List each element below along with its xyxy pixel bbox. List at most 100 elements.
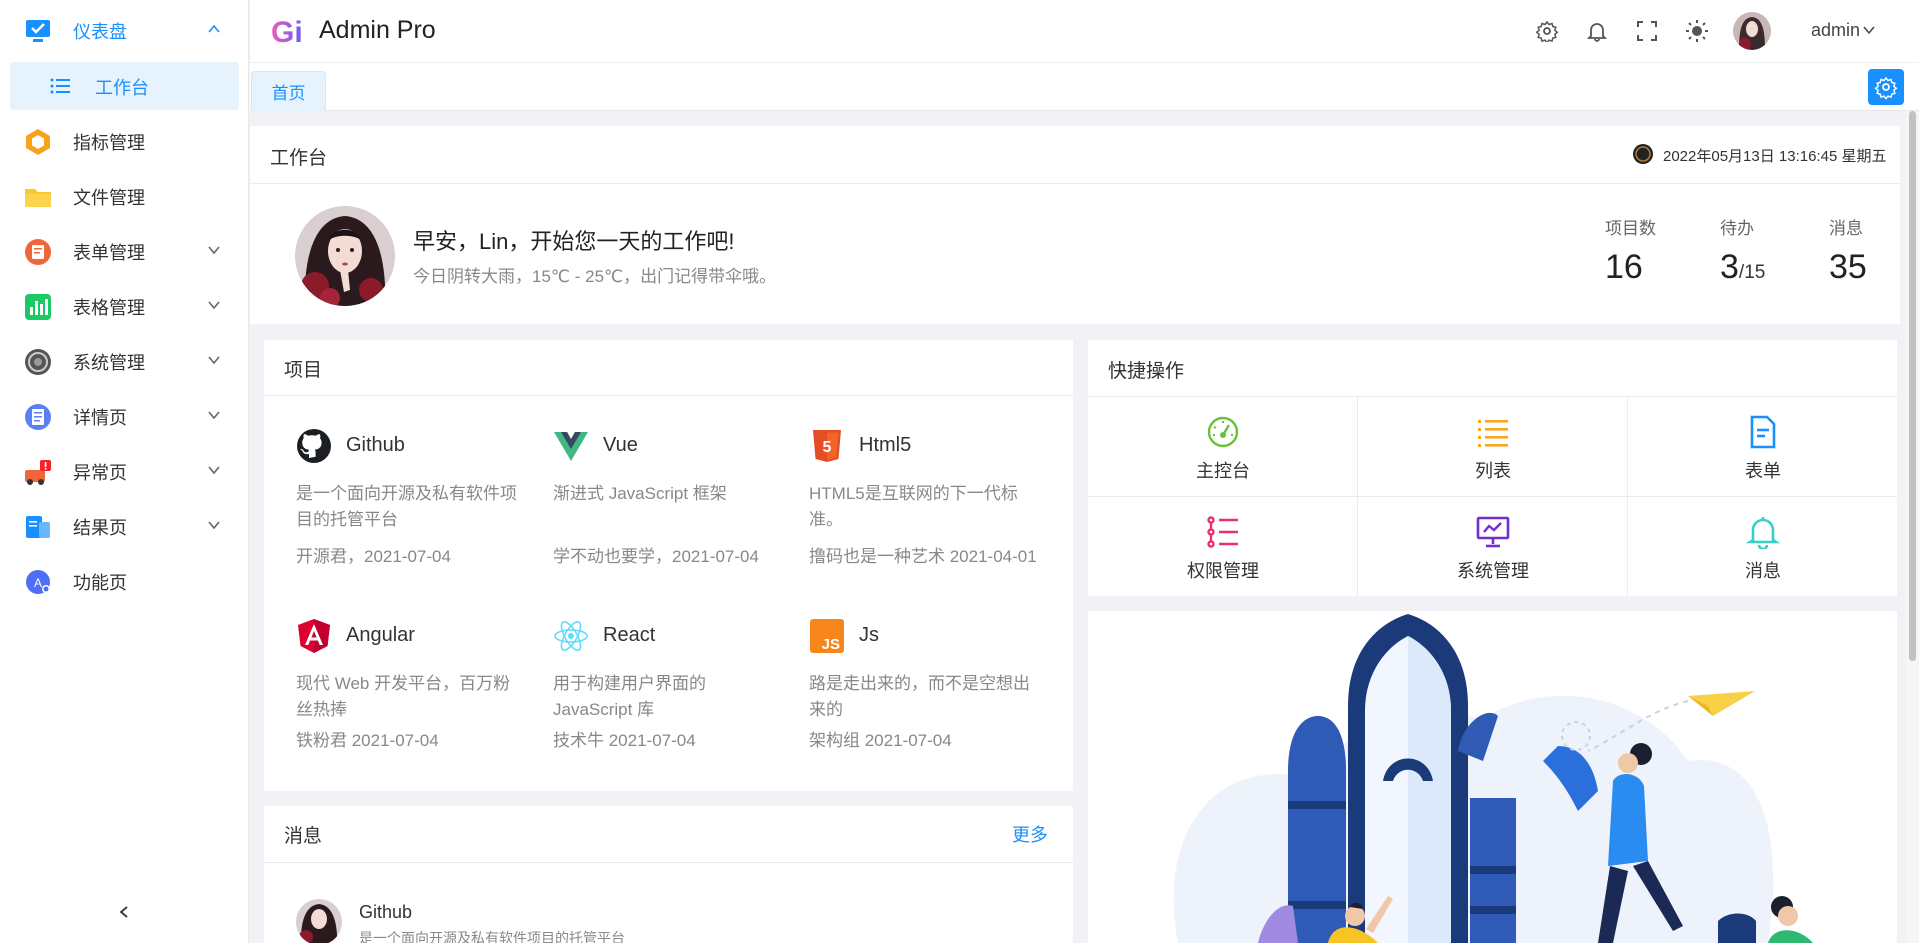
chevron-down-icon xyxy=(208,246,220,255)
project-name: Html5 xyxy=(859,434,912,456)
github-icon xyxy=(297,429,331,463)
stat-value: 16 xyxy=(1605,248,1643,286)
avatar xyxy=(295,206,395,306)
sidebar-subitem-workbench[interactable]: 工作台 xyxy=(10,62,239,110)
divider xyxy=(264,862,1073,863)
weather-text: 今日阴转大雨，15℃ - 25℃，出门记得带伞哦。 xyxy=(413,267,777,286)
tabs-settings-button[interactable] xyxy=(1868,69,1904,105)
sidebar-item-tables[interactable]: 表格管理 xyxy=(0,279,249,334)
document-icon xyxy=(1750,415,1776,449)
sidebar-item-result[interactable]: 结果页 xyxy=(0,499,249,554)
function-icon: A xyxy=(26,570,50,594)
clock-icon xyxy=(1633,144,1653,164)
project-foot: 开源君，2021-07-04 xyxy=(296,547,451,566)
sidebar-item-function[interactable]: A 功能页 xyxy=(0,554,249,609)
sidebar-item-label: 功能页 xyxy=(73,572,127,593)
quick-action-system[interactable]: 系统管理 xyxy=(1358,497,1628,597)
bell-icon[interactable] xyxy=(1586,20,1608,42)
app-title: Admin Pro xyxy=(319,16,436,44)
svg-text:Gi: Gi xyxy=(271,16,303,48)
stat-value: 3 xyxy=(1720,248,1739,286)
sidebar-item-dashboard[interactable]: 仪表盘 xyxy=(0,3,249,58)
datetime: 2022年05月13日 13:16:45 星期五 xyxy=(1663,148,1887,165)
settings-icon[interactable] xyxy=(1536,20,1558,42)
stat-label: 项目数 xyxy=(1605,219,1656,238)
quick-action-label: 权限管理 xyxy=(1187,561,1259,581)
chevron-down-icon xyxy=(208,411,220,420)
settings-icon xyxy=(1874,76,1898,100)
welcome-section: 早安，Lin，开始您一天的工作吧! 今日阴转大雨，15℃ - 25℃，出门记得带… xyxy=(250,184,1900,324)
quick-action-form[interactable]: 表单 xyxy=(1628,397,1898,497)
stat-label: 待办 xyxy=(1720,219,1754,238)
project-desc: 路是走出来的，而不是空想出来的 xyxy=(809,674,1030,719)
project-desc: 渐进式 JavaScript 框架 xyxy=(553,484,727,503)
projects-card: 项目 Github 是一个面向开源及私有软件项目的托管平台 开源君，2021-0… xyxy=(264,340,1073,791)
fullscreen-icon[interactable] xyxy=(1636,20,1658,42)
quick-action-list[interactable]: 列表 xyxy=(1358,397,1628,497)
quick-action-messages[interactable]: 消息 xyxy=(1628,497,1898,597)
quick-action-dashboard[interactable]: 主控台 xyxy=(1088,397,1358,497)
sidebar-item-label: 表单管理 xyxy=(73,242,145,263)
project-name: Github xyxy=(346,434,405,456)
sidebar-item-system[interactable]: 系统管理 xyxy=(0,334,249,389)
sidebar-item-error[interactable]: 异常页 xyxy=(0,444,249,499)
sidebar-item-label: 文件管理 xyxy=(73,187,145,208)
rocket-illustration xyxy=(1173,614,1813,943)
hexagon-icon xyxy=(26,129,50,155)
sidebar-item-label: 表格管理 xyxy=(73,297,145,318)
avatar xyxy=(296,899,342,943)
message-desc: 是一个面向开源及私有软件项目的托管平台 xyxy=(359,930,625,943)
html5-icon: 5 xyxy=(813,430,841,462)
system-icon xyxy=(25,349,51,375)
projects-title: 项目 xyxy=(284,360,323,381)
list-icon xyxy=(50,78,70,94)
chevron-down-icon xyxy=(208,356,220,365)
project-name: Js xyxy=(859,624,879,646)
stat-messages: 35 xyxy=(1829,248,1867,287)
project-foot: 铁粉君 2021-07-04 xyxy=(296,731,439,750)
svg-text:A: A xyxy=(34,576,42,590)
sidebar-item-metrics[interactable]: 指标管理 xyxy=(0,114,249,169)
scrollbar[interactable] xyxy=(1906,111,1919,943)
greeting-text: 早安，Lin，开始您一天的工作吧! xyxy=(413,229,735,254)
sidebar-item-forms[interactable]: 表单管理 xyxy=(0,224,249,279)
tab-home[interactable]: 首页 xyxy=(251,71,326,111)
sidebar-subitem-label: 工作台 xyxy=(95,78,149,98)
username: admin xyxy=(1811,20,1861,40)
user-menu[interactable]: admin xyxy=(1811,20,1876,41)
quick-action-label: 系统管理 xyxy=(1457,561,1529,581)
message-title: Github xyxy=(359,902,413,922)
angular-icon xyxy=(298,619,330,653)
avatar[interactable] xyxy=(1733,12,1771,50)
svg-text:JS: JS xyxy=(822,636,840,653)
sidebar-item-files[interactable]: 文件管理 xyxy=(0,169,249,224)
folder-icon xyxy=(25,189,51,207)
detail-icon xyxy=(25,404,51,430)
more-link[interactable]: 更多 xyxy=(1012,821,1048,847)
stat-total: /15 xyxy=(1738,262,1766,283)
quick-action-label: 表单 xyxy=(1745,461,1781,481)
illustration-card xyxy=(1088,611,1897,943)
sidebar-item-label: 异常页 xyxy=(73,462,127,483)
quick-actions-title: 快捷操作 xyxy=(1108,361,1185,382)
chevron-down-icon xyxy=(208,521,220,530)
sidebar-item-label: 详情页 xyxy=(73,407,127,428)
project-foot: 技术牛 2021-07-04 xyxy=(553,731,696,750)
logo-icon: Gi xyxy=(271,16,303,48)
project-desc: 现代 Web 开发平台，百万粉丝热捧 xyxy=(296,674,511,719)
sidebar-item-detail[interactable]: 详情页 xyxy=(0,389,249,444)
divider xyxy=(264,395,1073,396)
project-foot: 学不动也要学，2021-07-04 xyxy=(553,547,759,566)
sidebar-item-label: 仪表盘 xyxy=(73,21,127,42)
sidebar: 仪表盘 工作台 指标管理 文件管理 表单管理 表格管理 系统管理 详情页 异常页… xyxy=(0,0,249,943)
monitor-icon xyxy=(26,20,50,42)
stat-todo: 3/15 xyxy=(1720,248,1765,287)
project-name: Vue xyxy=(603,434,638,456)
scroll-thumb[interactable] xyxy=(1909,111,1916,661)
project-name: Angular xyxy=(346,624,415,646)
quick-action-permission[interactable]: 权限管理 xyxy=(1088,497,1358,597)
project-desc: 用于构建用户界面的 JavaScript 库 xyxy=(553,674,706,719)
collapse-sidebar-icon[interactable] xyxy=(117,905,131,919)
dashboard-icon xyxy=(1207,416,1239,448)
theme-sun-icon[interactable] xyxy=(1686,20,1708,42)
